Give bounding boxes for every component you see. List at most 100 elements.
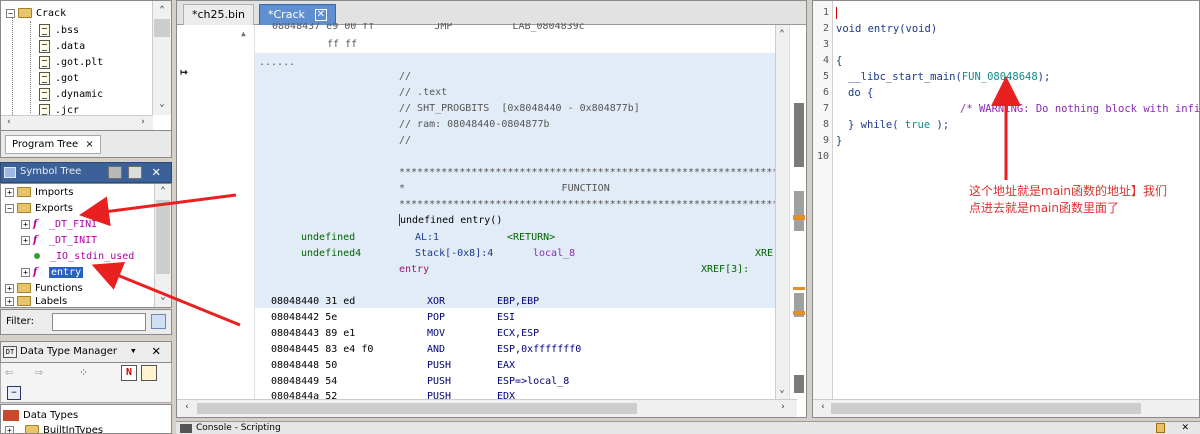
line-number: 10 bbox=[816, 151, 829, 162]
operand: ESP,0xfffffff0 bbox=[497, 344, 582, 355]
tree-item-dynamic[interactable]: .dynamic bbox=[39, 87, 103, 103]
listing-row-partial[interactable]: 08048437 e9 00 ff JMP LAB_0804839c bbox=[272, 23, 585, 33]
export-icon[interactable] bbox=[128, 166, 142, 179]
archive-options-icon[interactable]: ⁘ bbox=[79, 366, 88, 379]
tree-item-builtin-types[interactable]: + BuiltInTypes bbox=[5, 423, 103, 433]
expand-icon[interactable]: + bbox=[5, 425, 14, 433]
tree-item-data[interactable]: .data bbox=[39, 39, 85, 55]
fold-marker-icon[interactable]: ▲ bbox=[241, 29, 246, 38]
instruction-row-partial[interactable]: 0804844a 52 bbox=[271, 390, 337, 399]
listing-overview-bar[interactable] bbox=[789, 25, 806, 399]
close-icon[interactable]: × bbox=[85, 139, 93, 150]
scroll-thumb[interactable] bbox=[831, 403, 1141, 414]
expand-icon[interactable]: + bbox=[5, 296, 14, 306]
listing-hscroll[interactable]: ‹ › bbox=[177, 399, 797, 417]
tree-item-dt-fini[interactable]: + f _DT_FINI bbox=[21, 217, 97, 233]
tree-item-exports[interactable]: − Exports bbox=[5, 201, 73, 217]
collapse-all-icon[interactable]: − bbox=[7, 386, 21, 400]
expand-icon[interactable]: + bbox=[5, 283, 14, 293]
line-number: 9 bbox=[822, 135, 829, 146]
expand-icon[interactable]: + bbox=[21, 219, 30, 229]
tree-item-bss[interactable]: .bss bbox=[39, 23, 79, 39]
lock-icon[interactable] bbox=[1156, 423, 1165, 433]
overview-marker[interactable] bbox=[793, 287, 805, 290]
scroll-up-icon[interactable]: ⌃ bbox=[156, 5, 168, 15]
overview-marker[interactable] bbox=[794, 103, 804, 167]
expand-icon[interactable]: + bbox=[5, 187, 14, 197]
decompiler-hscroll[interactable]: ‹ bbox=[813, 399, 1199, 417]
tree-item-labels[interactable]: + Labels bbox=[5, 294, 67, 307]
tree-item-data-types[interactable]: Data Types bbox=[3, 408, 78, 424]
collapse-icon[interactable]: − bbox=[6, 8, 15, 18]
listing-bytes-continuation[interactable]: ff ff bbox=[327, 37, 357, 53]
tree-item-got[interactable]: .got bbox=[39, 71, 79, 87]
function-label[interactable]: entry bbox=[399, 262, 429, 278]
menu-dropdown-icon[interactable]: ▾ bbox=[130, 344, 137, 357]
tree-root-crack[interactable]: − Crack bbox=[6, 6, 66, 22]
tab-program-tree[interactable]: Program Tree × bbox=[5, 135, 101, 154]
scroll-left-icon[interactable]: ‹ bbox=[3, 117, 15, 127]
instruction-row[interactable]: 08048443 89 e1 bbox=[271, 326, 355, 342]
listing-vscroll[interactable]: ⌃ ⌄ bbox=[775, 25, 789, 399]
expand-icon[interactable]: + bbox=[21, 235, 30, 245]
close-icon[interactable]: ✕ bbox=[1182, 420, 1189, 433]
back-icon[interactable]: ⇦ bbox=[5, 365, 13, 380]
overview-marker-current[interactable] bbox=[793, 215, 805, 220]
scroll-right-icon[interactable]: › bbox=[137, 117, 149, 127]
instruction-row[interactable]: 08048442 5e bbox=[271, 310, 337, 326]
call-name[interactable]: __libc_start_main( bbox=[848, 71, 962, 83]
filter-toggle-icon[interactable] bbox=[141, 365, 157, 381]
tree-item-dt-init[interactable]: + f _DT_INIT bbox=[21, 233, 97, 249]
scroll-left-icon[interactable]: ‹ bbox=[181, 402, 193, 412]
instruction-row[interactable]: 08048449 54 bbox=[271, 374, 337, 390]
filter-options-icon[interactable] bbox=[151, 314, 166, 329]
instruction-row[interactable]: 08048448 50 bbox=[271, 358, 337, 374]
scroll-left-icon[interactable]: ‹ bbox=[817, 402, 829, 412]
program-tree-hscroll[interactable]: ‹ › bbox=[1, 115, 153, 130]
data-types-root-icon bbox=[3, 409, 19, 421]
scroll-down-icon[interactable]: ⌄ bbox=[156, 99, 168, 109]
close-icon[interactable]: ✕ bbox=[152, 343, 160, 359]
bytes: 5e bbox=[325, 312, 338, 323]
close-icon[interactable]: ✕ bbox=[152, 164, 160, 180]
tree-item-got-plt[interactable]: .got.plt bbox=[39, 55, 103, 71]
overview-marker[interactable] bbox=[794, 191, 804, 231]
main-function-ref[interactable]: FUN_08048648 bbox=[962, 71, 1038, 83]
close-icon[interactable]: ✕ bbox=[314, 9, 327, 21]
decomp-signature[interactable]: void entry(void) bbox=[836, 21, 937, 37]
tab-ch25-bin[interactable]: *ch25.bin bbox=[183, 4, 255, 25]
program-tree-vscroll[interactable]: ⌃ ⌄ bbox=[152, 1, 171, 115]
overview-marker[interactable] bbox=[794, 375, 804, 393]
overview-marker[interactable] bbox=[793, 311, 805, 315]
tab-crack[interactable]: *Crack ✕ bbox=[259, 4, 336, 25]
xref-label[interactable]: XREF[3]: bbox=[701, 262, 749, 278]
tree-item-entry[interactable]: + f entry bbox=[21, 265, 84, 281]
address: 08048440 bbox=[271, 296, 320, 307]
filter-icon[interactable]: N bbox=[121, 365, 137, 381]
decomp-libc-call[interactable]: __libc_start_main(FUN_08048648); bbox=[848, 69, 1050, 85]
xref-label[interactable]: XRE bbox=[755, 246, 773, 262]
scroll-down-icon[interactable]: ⌄ bbox=[776, 385, 788, 395]
console-title[interactable]: Console - Scripting bbox=[196, 422, 281, 434]
scroll-down-icon[interactable]: ⌄ bbox=[157, 292, 169, 302]
scroll-up-icon[interactable]: ⌃ bbox=[776, 29, 788, 39]
scroll-thumb[interactable] bbox=[156, 200, 170, 274]
new-folder-icon[interactable] bbox=[108, 166, 122, 179]
scroll-thumb[interactable] bbox=[197, 403, 637, 414]
tree-item-io-stdin-used[interactable]: _IO_stdin_used bbox=[34, 249, 134, 265]
forward-icon[interactable]: ⇨ bbox=[35, 365, 43, 380]
scroll-right-icon[interactable]: › bbox=[777, 402, 789, 412]
collapse-icon[interactable]: − bbox=[5, 203, 14, 213]
symbol-tree-vscroll[interactable]: ⌃ ⌄ bbox=[154, 184, 171, 307]
filter-input[interactable] bbox=[52, 313, 146, 331]
scroll-thumb[interactable] bbox=[154, 19, 170, 37]
function-signature[interactable]: undefined entry() bbox=[399, 213, 502, 229]
operand: ESI bbox=[497, 312, 516, 323]
instruction-row[interactable]: 08048445 83 e4 f0 bbox=[271, 342, 373, 358]
scroll-up-icon[interactable]: ⌃ bbox=[157, 186, 169, 196]
expand-icon[interactable]: + bbox=[21, 267, 30, 277]
symbol-tree-header: Symbol Tree ✕ bbox=[0, 162, 172, 183]
tree-item-imports[interactable]: + Imports bbox=[5, 185, 73, 201]
instruction-row[interactable]: 08048440 31 ed bbox=[271, 294, 355, 310]
listing-collapsed-dots[interactable]: ...... bbox=[259, 55, 295, 71]
